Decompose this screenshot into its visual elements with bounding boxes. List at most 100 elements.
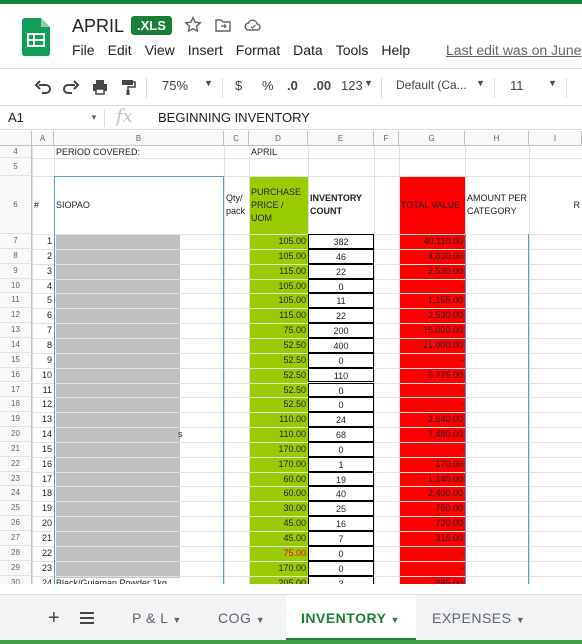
inventory-count[interactable]: 0: [308, 560, 374, 576]
menu-data[interactable]: Data: [293, 42, 323, 58]
tab-pl[interactable]: P & L ▼: [112, 595, 202, 641]
tab-cog[interactable]: COG ▼: [202, 595, 286, 641]
row-header[interactable]: 11: [0, 293, 32, 309]
print-icon[interactable]: [91, 78, 109, 96]
name-box[interactable]: A1: [8, 110, 24, 125]
row-header[interactable]: 21: [0, 441, 32, 457]
column-header[interactable]: H: [465, 131, 529, 146]
purchase-price[interactable]: 105.00: [251, 249, 306, 264]
purchase-price[interactable]: 52.50: [251, 368, 306, 383]
row-header[interactable]: 9: [0, 263, 32, 279]
inventory-count[interactable]: 46: [308, 248, 374, 264]
item-number[interactable]: 7: [34, 323, 52, 338]
menu-edit[interactable]: Edit: [108, 42, 132, 58]
total-value[interactable]: 1,140.00: [401, 472, 463, 487]
total-value[interactable]: 2,530.00: [401, 308, 463, 323]
tab-inventory[interactable]: INVENTORY ▼: [286, 595, 416, 641]
inventory-count[interactable]: 19: [308, 471, 374, 487]
item-number[interactable]: 16: [34, 457, 52, 472]
row-header[interactable]: 8: [0, 248, 32, 264]
row-header[interactable]: 10: [0, 278, 32, 294]
grid-corner[interactable]: [0, 131, 32, 146]
inventory-count[interactable]: 200: [308, 323, 374, 338]
column-header[interactable]: I: [529, 131, 582, 146]
total-value[interactable]: 2,530.00: [401, 264, 463, 279]
column-header[interactable]: C: [224, 131, 249, 146]
percent-format-button[interactable]: %: [262, 78, 274, 93]
inventory-count[interactable]: 7: [308, 531, 374, 546]
row-header[interactable]: 13: [0, 323, 32, 338]
inventory-count[interactable]: 0: [308, 397, 374, 413]
row-header[interactable]: 30: [0, 575, 32, 584]
inventory-count[interactable]: 22: [308, 263, 374, 279]
purchase-price[interactable]: 45.00: [251, 531, 306, 546]
paint-format-icon[interactable]: [119, 78, 137, 96]
purchase-price[interactable]: 105.00: [251, 279, 306, 294]
item-number[interactable]: 22: [34, 546, 52, 561]
row-header[interactable]: 14: [0, 337, 32, 353]
decrease-decimal-button[interactable]: .0: [287, 78, 298, 93]
purchase-price[interactable]: 115.00: [251, 308, 306, 323]
font-size-select[interactable]: 11: [510, 78, 524, 93]
chevron-down-icon[interactable]: ▼: [364, 78, 373, 88]
last-edit-link[interactable]: Last edit was on June: [446, 42, 581, 58]
column-header[interactable]: A: [32, 131, 54, 146]
chevron-down-icon[interactable]: ▼: [90, 113, 98, 122]
item-number[interactable]: 12: [34, 397, 52, 412]
font-family-select[interactable]: Default (Ca...: [396, 78, 467, 92]
total-value[interactable]: 720.00: [401, 516, 463, 531]
inventory-count[interactable]: 24: [308, 412, 374, 428]
total-value[interactable]: 885.00: [401, 576, 463, 584]
row-header[interactable]: 20: [0, 427, 32, 442]
row-header[interactable]: 18: [0, 397, 32, 413]
item-number[interactable]: 8: [34, 338, 52, 353]
inventory-count[interactable]: 11: [308, 293, 374, 309]
row-header[interactable]: 6: [0, 176, 32, 234]
row-header[interactable]: 23: [0, 471, 32, 487]
column-header[interactable]: E: [308, 131, 374, 146]
item-number[interactable]: 1: [34, 234, 52, 249]
purchase-price[interactable]: 205.00: [251, 576, 306, 584]
total-value[interactable]: -: [401, 397, 463, 412]
purchase-price[interactable]: 105.00: [251, 234, 306, 249]
row-header[interactable]: 25: [0, 501, 32, 517]
total-value[interactable]: 21,000.00: [401, 338, 463, 353]
row-header[interactable]: 7: [0, 234, 32, 249]
item-number[interactable]: 13: [34, 412, 52, 427]
inventory-count[interactable]: 1: [308, 456, 374, 472]
item-number[interactable]: 2: [34, 249, 52, 264]
purchase-price[interactable]: 75.00: [251, 323, 306, 338]
purchase-price[interactable]: 170.00: [251, 442, 306, 457]
row-header[interactable]: 27: [0, 531, 32, 546]
item-number[interactable]: 19: [34, 501, 52, 516]
undo-icon[interactable]: [34, 78, 52, 96]
row-header[interactable]: 19: [0, 412, 32, 428]
item-number[interactable]: 10: [34, 368, 52, 383]
item-number[interactable]: 6: [34, 308, 52, 323]
purchase-price[interactable]: 52.50: [251, 397, 306, 412]
row-header[interactable]: 12: [0, 308, 32, 324]
purchase-price[interactable]: 170.00: [251, 457, 306, 472]
item-number[interactable]: 20: [34, 516, 52, 531]
item-number[interactable]: 15: [34, 442, 52, 457]
col-header-total[interactable]: TOTAL VALUE: [401, 176, 463, 234]
purchase-price[interactable]: 105.00: [251, 293, 306, 308]
item-number[interactable]: 4: [34, 279, 52, 294]
menu-format[interactable]: Format: [236, 42, 280, 58]
purchase-price[interactable]: 52.50: [251, 338, 306, 353]
purchase-price[interactable]: 110.00: [251, 412, 306, 427]
purchase-price[interactable]: 30.00: [251, 501, 306, 516]
chevron-down-icon[interactable]: ▼: [476, 78, 485, 88]
add-sheet-icon[interactable]: +: [48, 595, 60, 641]
inventory-count[interactable]: 25: [308, 501, 374, 517]
purchase-price[interactable]: 60.00: [251, 472, 306, 487]
inventory-count[interactable]: 110: [308, 367, 374, 383]
inventory-count[interactable]: 400: [308, 337, 374, 353]
col-header-qty[interactable]: Qty/ pack: [226, 176, 247, 234]
row-header[interactable]: 28: [0, 545, 32, 561]
inventory-count[interactable]: 382: [308, 234, 374, 249]
total-value[interactable]: -: [401, 279, 463, 294]
row-header[interactable]: 4: [0, 146, 32, 158]
row-header[interactable]: 22: [0, 456, 32, 472]
purchase-price[interactable]: 110.00: [251, 427, 306, 442]
